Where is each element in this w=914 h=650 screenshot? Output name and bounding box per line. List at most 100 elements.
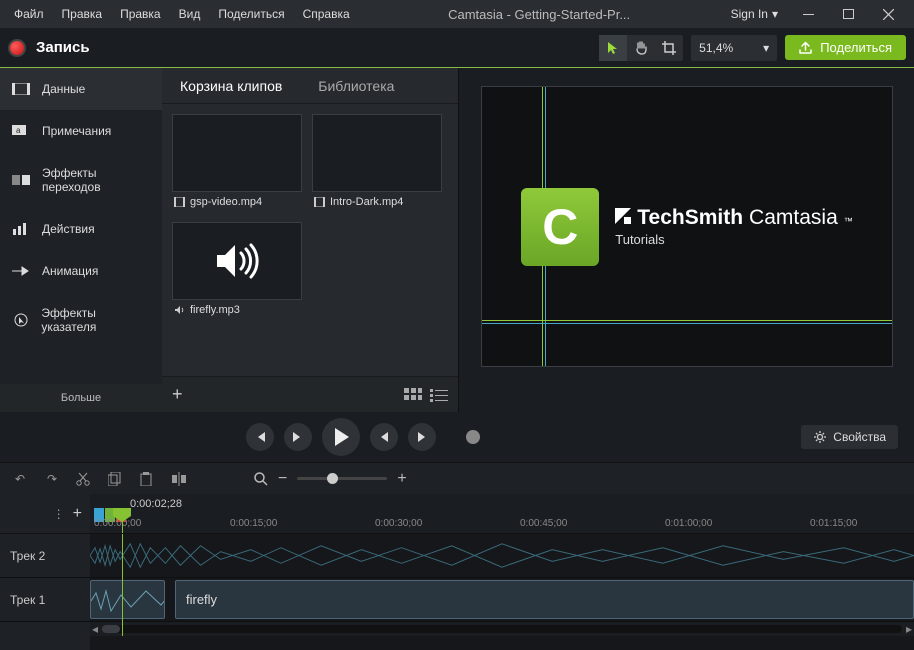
menu-edit2[interactable]: Правка [112, 4, 169, 24]
add-media-button[interactable]: + [172, 384, 183, 405]
timeline-clip[interactable]: firefly [175, 580, 914, 619]
next-clip-button[interactable] [408, 423, 436, 451]
grid-view-icon[interactable] [404, 388, 422, 402]
record-button[interactable]: Запись [8, 39, 90, 57]
clip-thumbnail [172, 222, 302, 300]
pan-tool[interactable] [627, 35, 655, 61]
paste-button[interactable] [140, 472, 156, 486]
sidebar-item-label: Действия [42, 222, 95, 236]
title-bar: Файл Правка Правка Вид Поделиться Справк… [0, 0, 914, 28]
timeline-zoom-slider[interactable] [297, 477, 387, 480]
redo-button[interactable]: ↷ [44, 472, 60, 486]
crop-tool[interactable] [655, 35, 683, 61]
menu-edit[interactable]: Правка [54, 4, 111, 24]
sidebar-item-label: Эффекты указателя [41, 306, 150, 334]
preview-panel: C TechSmith Camtasia™ Tutorials [459, 68, 914, 412]
menu-file[interactable]: Файл [6, 4, 52, 24]
window-controls [788, 0, 908, 28]
svg-text:a: a [16, 126, 21, 135]
share-button[interactable]: Поделиться [785, 35, 906, 60]
track-header[interactable]: Трек 2 [0, 534, 90, 578]
brand-logo: C TechSmith Camtasia™ Tutorials [521, 188, 853, 266]
sidebar-item-annotations[interactable]: a Примечания [0, 110, 162, 152]
track-options-button[interactable]: ⋮ [53, 507, 65, 521]
zoom-dropdown[interactable]: 51,4% ▾ [691, 35, 777, 61]
video-icon [314, 197, 325, 207]
clip-item[interactable]: gsp-video.mp4 [172, 114, 302, 212]
close-button[interactable] [868, 0, 908, 28]
clip-label: firefly [186, 592, 217, 607]
sidebar-item-media[interactable]: Данные [0, 68, 162, 110]
prev-clip-button[interactable] [370, 423, 398, 451]
play-button[interactable] [322, 418, 360, 456]
sidebar-item-cursor-effects[interactable]: Эффекты указателя [0, 292, 162, 348]
upload-icon [799, 41, 812, 54]
list-view-icon[interactable] [430, 388, 448, 402]
playhead-scrubber[interactable] [466, 430, 480, 444]
record-label: Запись [36, 39, 90, 56]
track-header[interactable]: Трек 1 [0, 578, 90, 622]
speaker-icon [213, 241, 261, 281]
canvas[interactable]: C TechSmith Camtasia™ Tutorials [481, 86, 893, 367]
add-track-button[interactable]: + [73, 505, 82, 523]
maximize-button[interactable] [828, 0, 868, 28]
timeline-ruler[interactable]: 0:00:02;28 0:00:00;00 0:00:15;00 0:00:30… [90, 494, 914, 534]
clip-name: firefly.mp3 [190, 304, 240, 316]
undo-button[interactable]: ↶ [12, 472, 28, 486]
menu-view[interactable]: Вид [171, 4, 209, 24]
annotation-icon: a [12, 124, 30, 138]
clip-item[interactable]: Intro-Dark.mp4 [312, 114, 442, 212]
chevron-down-icon: ▾ [772, 7, 778, 21]
clip-thumbnail [172, 114, 302, 192]
timecode: 0:00:02;28 [130, 498, 182, 510]
tick-label: 0:01:15;00 [810, 518, 857, 529]
zoom-in-button[interactable]: + [397, 470, 406, 488]
sign-in-link[interactable]: Sign In ▾ [721, 7, 788, 21]
clip-name: gsp-video.mp4 [190, 196, 262, 208]
clip-item[interactable]: firefly.mp3 [172, 222, 302, 320]
chevron-down-icon: ▾ [763, 41, 769, 55]
brand-company: TechSmith [637, 206, 743, 230]
cut-button[interactable] [76, 472, 92, 486]
timeline: ⋮ + Трек 2 Трек 1 0:00:02;28 0:00:00;00 … [0, 494, 914, 650]
transition-icon [12, 173, 30, 187]
sidebar-item-behaviors[interactable]: Действия [0, 208, 162, 250]
tab-library[interactable]: Библиотека [300, 68, 412, 103]
sidebar-more[interactable]: Больше [0, 384, 162, 412]
sidebar-item-label: Данные [42, 82, 85, 96]
timeline-scrollbar[interactable]: ◂ ▸ [90, 622, 914, 636]
sidebar: Данные a Примечания Эффекты переходов Де… [0, 68, 162, 412]
timeline-clip[interactable] [90, 580, 165, 619]
zoom-value: 51,4% [699, 41, 733, 55]
sidebar-item-label: Эффекты переходов [42, 166, 150, 194]
copy-button[interactable] [108, 472, 124, 486]
video-icon [174, 197, 185, 207]
minimize-button[interactable] [788, 0, 828, 28]
sidebar-item-animations[interactable]: Анимация [0, 250, 162, 292]
menu-share[interactable]: Поделиться [210, 4, 292, 24]
select-tool[interactable] [599, 35, 627, 61]
next-frame-button[interactable] [284, 423, 312, 451]
playhead-line [122, 534, 123, 636]
split-button[interactable] [172, 472, 188, 486]
guide-horizontal [482, 323, 892, 324]
timeline-track[interactable] [90, 534, 914, 578]
prev-frame-button[interactable] [246, 423, 274, 451]
animation-icon [12, 264, 30, 278]
menu-help[interactable]: Справка [295, 4, 358, 24]
brand-product: Camtasia [749, 206, 838, 230]
playhead-handle[interactable] [111, 508, 133, 522]
top-toolbar: Запись 51,4% ▾ Поделиться [0, 28, 914, 68]
timeline-track[interactable]: firefly [90, 578, 914, 622]
brand-subtitle: Tutorials [615, 232, 853, 247]
media-icon [12, 82, 30, 96]
record-icon [8, 39, 26, 57]
window-title: Camtasia - Getting-Started-Pr... [358, 7, 721, 22]
zoom-out-button[interactable]: − [278, 470, 287, 488]
tab-clip-bin[interactable]: Корзина клипов [162, 68, 300, 103]
tick-label: 0:00:15;00 [230, 518, 277, 529]
clip-thumbnail [312, 114, 442, 192]
properties-button[interactable]: Свойства [801, 425, 898, 449]
magnifier-icon [254, 472, 268, 486]
sidebar-item-transitions[interactable]: Эффекты переходов [0, 152, 162, 208]
